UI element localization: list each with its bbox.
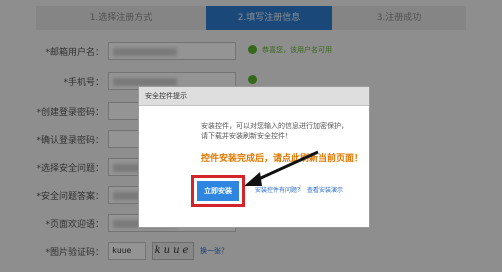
annotation-arrow-icon (244, 150, 319, 186)
arrow-shaft (251, 150, 319, 184)
arrow-head (244, 172, 262, 186)
